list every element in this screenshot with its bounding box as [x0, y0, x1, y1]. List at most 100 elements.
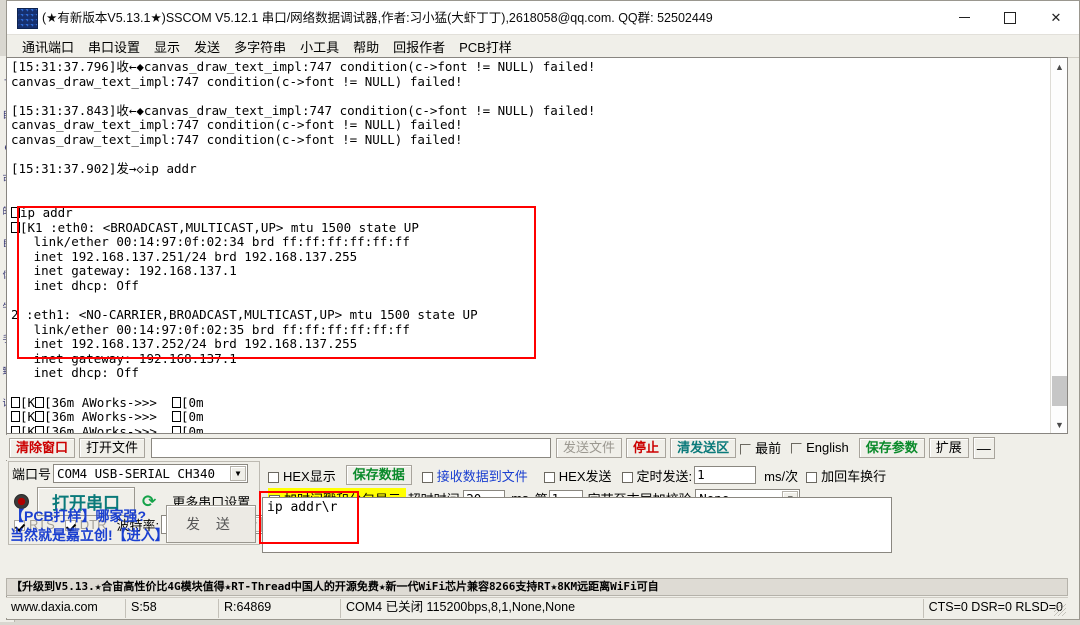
scroll-down-button[interactable]: ▼: [1051, 416, 1067, 433]
control-char-box: [11, 206, 20, 218]
resize-grip[interactable]: [1054, 604, 1066, 616]
timed-send-input[interactable]: 1: [694, 466, 757, 484]
title-bar: (★有新版本V5.13.1★)SSCOM V5.12.1 串口/网络数据调试器,…: [7, 1, 1079, 35]
terminal-echo-line: ip addr: [11, 205, 1050, 221]
checkbox-box: [543, 471, 555, 483]
pcb-ad-line1: 【PCB打样】哪家强?: [10, 508, 147, 524]
terminal-iface-line: link/ether 00:14:97:0f:02:34 brd ff:ff:f…: [11, 234, 410, 250]
menu-item-3[interactable]: 发送: [187, 36, 227, 57]
port-label: 端口号: [12, 467, 52, 482]
topmost-checkbox[interactable]: 最前: [740, 438, 781, 457]
port-select[interactable]: COM4 USB-SERIAL CH340 ▼: [53, 464, 249, 483]
settings-panel: 端口号 COM4 USB-SERIAL CH340 ▼ 打开串口 ⟳ 更多串口设…: [6, 461, 1068, 579]
status-signals: CTS=0 DSR=0 RLSD=0: [928, 599, 1063, 614]
toolbar: 清除窗口 打开文件 发送文件 停止 清发送区 最前 English 保存参数 扩…: [6, 435, 1068, 460]
terminal-prompt-line: [K [36m AWorks->>> [0m: [11, 410, 1050, 425]
checkbox-box: [806, 471, 818, 483]
topmost-label: 最前: [755, 441, 782, 456]
add-crlf-label: 加回车换行: [821, 468, 887, 484]
terminal-iface-line: inet dhcp: Off: [11, 365, 139, 381]
control-char-box: [172, 396, 181, 408]
terminal-iface-line: 2 :eth1: <NO-CARRIER,BROADCAST,MULTICAST…: [11, 307, 478, 323]
scroll-up-button[interactable]: ▲: [1051, 58, 1067, 75]
checkbox-box: [791, 443, 803, 454]
receive-scrollbar[interactable]: ▲ ▼: [1050, 58, 1067, 433]
checkbox-box: [268, 471, 279, 483]
close-button[interactable]: ✕: [1033, 1, 1079, 34]
add-crlf-checkbox[interactable]: 加回车换行: [806, 466, 886, 485]
menu-item-7[interactable]: 回报作者: [386, 36, 452, 57]
chevron-down-icon[interactable]: ▼: [230, 466, 247, 481]
clear-send-button[interactable]: 清发送区: [670, 437, 737, 458]
status-sent: S:58: [126, 598, 219, 618]
menu-item-4[interactable]: 多字符串: [227, 36, 293, 57]
control-char-box: [35, 411, 45, 423]
hex-display-checkbox[interactable]: HEX显示: [268, 466, 336, 485]
recv-to-file-checkbox[interactable]: 接收数据到文件: [421, 466, 528, 485]
file-path-input[interactable]: [151, 437, 552, 458]
terminal-line: [15:31:37.796]收←◆canvas_draw_text_impl:7…: [11, 59, 596, 74]
minimize-button[interactable]: [941, 1, 987, 34]
terminal-line: canvas_draw_text_impl:747 condition(c->f…: [11, 117, 463, 133]
open-file-button[interactable]: 打开文件: [79, 437, 146, 458]
hex-display-label: HEX显示: [283, 468, 336, 484]
pcb-ad-link[interactable]: 【PCB打样】哪家强? 当然就是嘉立创!【进入】: [8, 507, 258, 545]
control-char-box: [11, 221, 20, 233]
receive-area[interactable]: [15:31:37.796]收←◆canvas_draw_text_impl:7…: [6, 57, 1068, 434]
app-icon: [17, 8, 38, 29]
checkbox-box: [740, 444, 752, 455]
terminal-line: canvas_draw_text_impl:747 condition(c->f…: [11, 131, 463, 147]
stop-button[interactable]: 停止: [626, 437, 667, 458]
status-port: COM4 已关闭 115200bps,8,1,None,None: [341, 598, 924, 618]
menu-item-6[interactable]: 帮助: [346, 36, 386, 57]
send-file-button[interactable]: 发送文件: [556, 437, 623, 458]
hex-send-checkbox[interactable]: HEX发送: [543, 466, 612, 485]
english-checkbox[interactable]: English: [791, 440, 849, 455]
menu-item-5[interactable]: 小工具: [293, 36, 346, 57]
control-char-box: [11, 411, 20, 423]
pcb-ad-line2: 当然就是嘉立创!【进入】: [10, 527, 169, 543]
terminal-iface-line: inet gateway: 192.168.137.1: [11, 350, 237, 366]
send-text-area[interactable]: ip addr\r: [262, 497, 892, 553]
clear-window-button[interactable]: 清除窗口: [9, 437, 76, 458]
terminal-prompt-line: [K [36m AWorks->>> [0m: [11, 424, 1050, 433]
collapse-button[interactable]: —: [972, 436, 995, 459]
menu-item-1[interactable]: 串口设置: [81, 36, 147, 57]
control-char-box: [35, 396, 45, 408]
menu-item-0[interactable]: 通讯端口: [15, 36, 81, 57]
control-char-box: [172, 425, 181, 433]
status-received: R:64869: [219, 598, 341, 618]
menu-item-8[interactable]: PCB打样: [452, 36, 519, 57]
extend-button[interactable]: 扩展: [928, 437, 969, 458]
english-label: English: [806, 440, 849, 455]
hex-send-label: HEX发送: [558, 468, 612, 484]
timed-send-label: 定时发送:: [636, 468, 693, 484]
application-window: T目e可的自信牛手致详 (★有新版本V5.13.1★)SSCOM V5.12.1…: [0, 0, 1080, 625]
terminal-line: [15:31:37.843]收←◆canvas_draw_text_impl:7…: [11, 102, 596, 118]
control-char-box: [11, 396, 20, 408]
scroll-thumb[interactable]: [1052, 376, 1067, 406]
close-icon: ✕: [1050, 9, 1062, 25]
minimize-icon: [958, 17, 970, 18]
promo-banner[interactable]: 【升级到V5.13.★合宙高性价比4G模块值得★RT-Thread中国人的开源免…: [6, 578, 1068, 596]
save-data-button[interactable]: 保存数据: [345, 465, 412, 485]
receive-text: [15:31:37.796]收←◆canvas_draw_text_impl:7…: [7, 58, 1050, 433]
timed-send-checkbox[interactable]: 定时发送:: [621, 466, 693, 485]
terminal-iface-line: link/ether 00:14:97:0f:02:35 brd ff:ff:f…: [11, 321, 410, 337]
maximize-button[interactable]: [987, 1, 1033, 34]
status-site[interactable]: www.daxia.com: [6, 598, 126, 618]
window-title: (★有新版本V5.13.1★)SSCOM V5.12.1 串口/网络数据调试器,…: [42, 11, 713, 25]
control-char-box: [11, 425, 20, 433]
terminal-iface-line: inet dhcp: Off: [11, 277, 139, 293]
save-params-button[interactable]: 保存参数: [858, 437, 925, 458]
terminal-line: canvas_draw_text_impl:747 condition(c->f…: [11, 73, 463, 89]
terminal-iface-line: inet 192.168.137.252/24 brd 192.168.137.…: [11, 336, 358, 352]
port-value: COM4 USB-SERIAL CH340: [57, 466, 216, 481]
checkbox-box: [621, 471, 633, 483]
menu-item-2[interactable]: 显示: [147, 36, 187, 57]
